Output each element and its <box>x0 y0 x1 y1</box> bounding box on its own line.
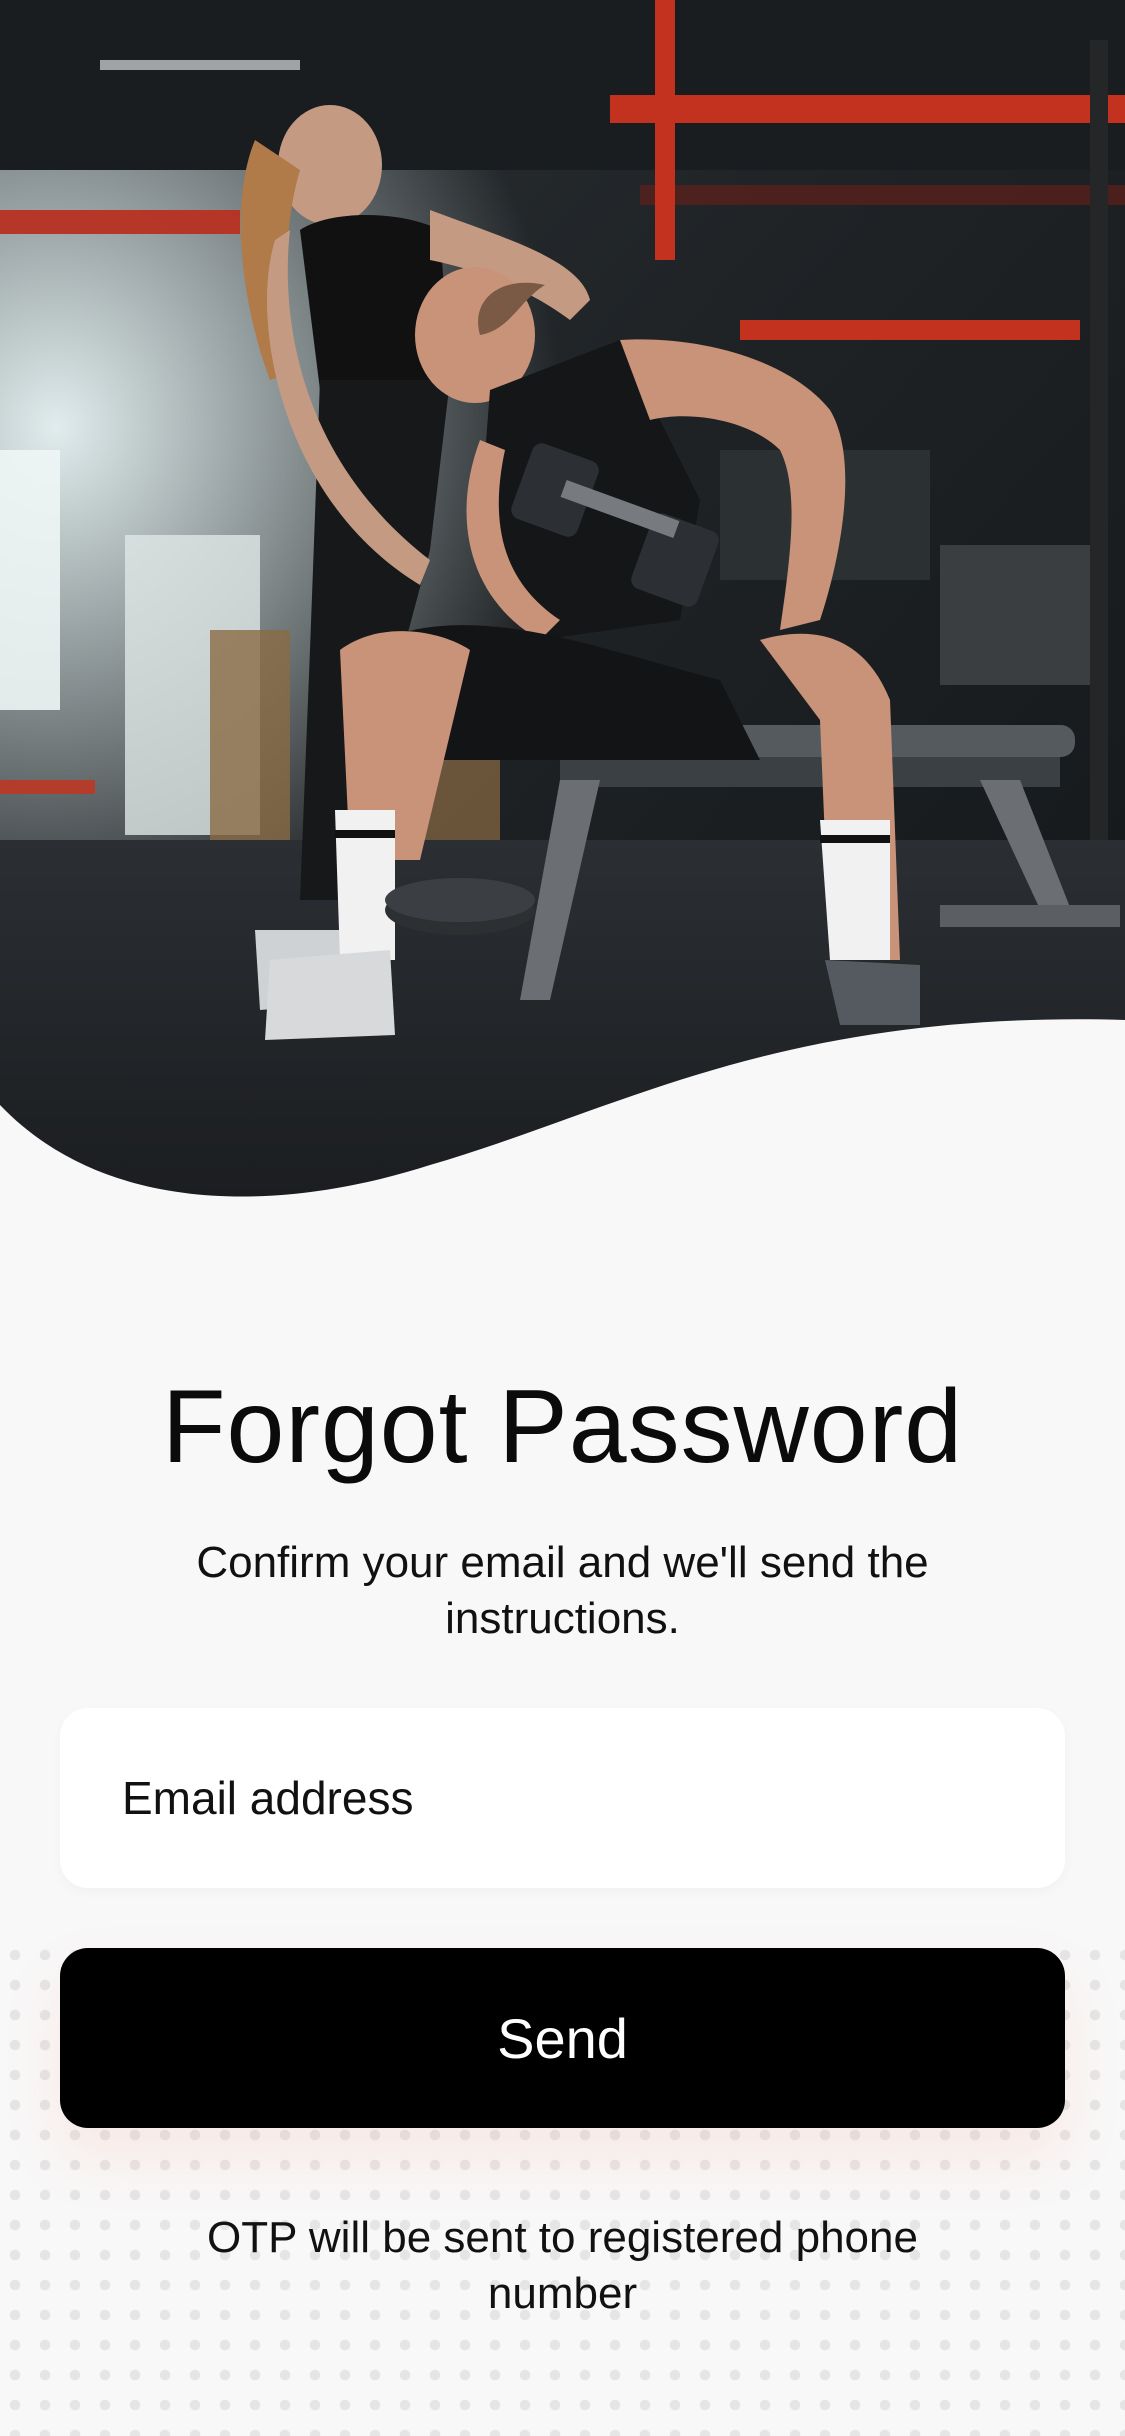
hero-image <box>0 0 1125 1220</box>
page-title: Forgot Password <box>161 1369 964 1485</box>
send-button[interactable]: Send <box>60 1948 1065 2128</box>
email-field-container[interactable] <box>60 1708 1065 1888</box>
email-field[interactable] <box>120 1770 1005 1826</box>
instructions-text: Confirm your email and we'll send the in… <box>196 1538 929 1643</box>
otp-note: OTP will be sent to registered phone num… <box>207 2213 918 2318</box>
gym-photo-icon <box>0 0 1125 1220</box>
